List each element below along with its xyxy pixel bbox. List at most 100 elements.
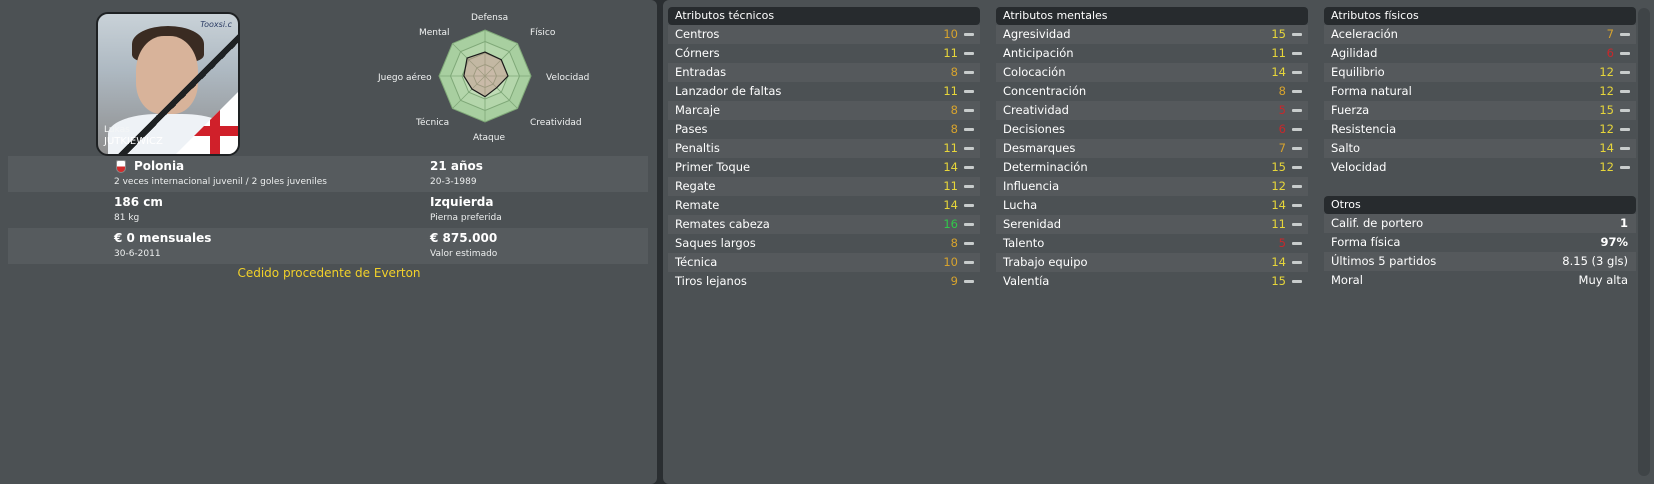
other-label[interactable]: Últimos 5 partidos [1331, 254, 1436, 268]
attribute-value: 15 [1271, 27, 1286, 41]
attribute-value: 11 [1271, 46, 1286, 60]
attribute-label[interactable]: Forma natural [1331, 84, 1412, 98]
attribute-label[interactable]: Fuerza [1331, 103, 1369, 117]
attribute-label[interactable]: Lucha [1003, 198, 1037, 212]
trend-dash-icon [964, 90, 974, 93]
attribute-value: 8 [950, 103, 958, 117]
attribute-row: Serenidad 11 [996, 215, 1308, 234]
attribute-row: Trabajo equipo 14 [996, 253, 1308, 272]
player-first-name: Lukas [104, 125, 130, 135]
attribute-label[interactable]: Remate [675, 198, 719, 212]
trend-dash-icon [964, 147, 974, 150]
attribute-row: Técnica 10 [668, 253, 980, 272]
player-profile-screen: Tooxsi.c Lukas JUTKIEWICZ Defensa Físico… [0, 0, 1654, 484]
attribute-value: 8 [1278, 84, 1286, 98]
attribute-label[interactable]: Pases [675, 122, 708, 136]
other-row: Forma física 97% [1324, 233, 1636, 252]
technical-attributes-title: Atributos técnicos [668, 7, 980, 25]
loan-status[interactable]: Cedido procedente de Everton [0, 266, 658, 280]
other-row: Últimos 5 partidos 8.15 (3 gls) [1324, 252, 1636, 271]
other-row: Moral Muy alta [1324, 271, 1636, 290]
radar-label-velocidad: Velocidad [546, 73, 590, 83]
attribute-label[interactable]: Agilidad [1331, 46, 1377, 60]
attribute-label[interactable]: Aceleración [1331, 27, 1398, 41]
trend-dash-icon [1620, 52, 1630, 55]
radar-label-mental: Mental [419, 28, 450, 38]
attributes-panel: Atributos técnicos Centros 10 Córners 11 Ent… [663, 0, 1654, 484]
radar-label-tecnica: Técnica [416, 118, 450, 128]
attribute-label[interactable]: Colocación [1003, 65, 1066, 79]
attribute-label[interactable]: Valentía [1003, 274, 1049, 288]
other-label[interactable]: Moral [1331, 273, 1363, 287]
attribute-value: 14 [1271, 198, 1286, 212]
scrollbar[interactable] [1634, 0, 1654, 484]
attribute-label[interactable]: Regate [675, 179, 715, 193]
attribute-label[interactable]: Talento [1003, 236, 1044, 250]
attribute-row: Velocidad 12 [1324, 158, 1636, 177]
attribute-label[interactable]: Equilibrio [1331, 65, 1385, 79]
attribute-value: 7 [1606, 27, 1614, 41]
attribute-value: 10 [943, 27, 958, 41]
trend-dash-icon [1292, 109, 1302, 112]
age: 21 años [430, 159, 483, 173]
attribute-label[interactable]: Decisiones [1003, 122, 1065, 136]
mental-attributes-title: Atributos mentales [996, 7, 1308, 25]
attribute-value: 10 [943, 255, 958, 269]
attribute-label[interactable]: Agresividad [1003, 27, 1071, 41]
other-info: Otros Calif. de portero 1 Forma física 97% Ú… [1324, 196, 1636, 290]
attribute-label[interactable]: Anticipación [1003, 46, 1074, 60]
attribute-label[interactable]: Centros [675, 27, 719, 41]
attribute-row: Agilidad 6 [1324, 44, 1636, 63]
attribute-row: Saques largos 8 [668, 234, 980, 253]
scrollbar-track[interactable] [1638, 8, 1650, 476]
wage: € 0 mensuales [114, 231, 212, 245]
attribute-row: Decisiones 6 [996, 120, 1308, 139]
other-label[interactable]: Forma física [1331, 235, 1400, 249]
attribute-value: 15 [1599, 103, 1614, 117]
attribute-value: 11 [943, 46, 958, 60]
attribute-label[interactable]: Desmarques [1003, 141, 1075, 155]
attribute-value: 11 [943, 84, 958, 98]
attribute-label[interactable]: Velocidad [1331, 160, 1386, 174]
trend-dash-icon [1292, 242, 1302, 245]
attribute-label[interactable]: Remates cabeza [675, 217, 770, 231]
attribute-value: 6 [1278, 122, 1286, 136]
other-info-title: Otros [1324, 196, 1636, 214]
attribute-label[interactable]: Saques largos [675, 236, 756, 250]
trend-dash-icon [1292, 71, 1302, 74]
attribute-label[interactable]: Tiros lejanos [675, 274, 747, 288]
physical-attributes: Atributos físicos Aceleración 7 Agilidad 6 E… [1324, 7, 1636, 177]
estimated-value-label: Valor estimado [430, 249, 498, 259]
attribute-label[interactable]: Creatividad [1003, 103, 1069, 117]
attribute-label[interactable]: Serenidad [1003, 217, 1061, 231]
attribute-label[interactable]: Lanzador de faltas [675, 84, 781, 98]
radar-label-juego-aereo: Juego aéreo [378, 73, 432, 83]
info-row-body: 186 cm 81 kg Izquierda Pierna preferida [8, 192, 648, 228]
attribute-row: Entradas 8 [668, 63, 980, 82]
trend-dash-icon [1292, 280, 1302, 283]
attribute-label[interactable]: Marcaje [675, 103, 720, 117]
attribute-value: 15 [1271, 160, 1286, 174]
other-label[interactable]: Calif. de portero [1331, 216, 1423, 230]
attribute-value: 14 [1271, 65, 1286, 79]
nationality[interactable]: Polonia [134, 159, 184, 173]
attribute-row: Forma natural 12 [1324, 82, 1636, 101]
attribute-label[interactable]: Técnica [675, 255, 717, 269]
attribute-label[interactable]: Resistencia [1331, 122, 1396, 136]
attribute-value: 12 [1599, 84, 1614, 98]
attribute-label[interactable]: Determinación [1003, 160, 1088, 174]
attribute-label[interactable]: Entradas [675, 65, 726, 79]
player-overview-panel: Tooxsi.c Lukas JUTKIEWICZ Defensa Físico… [0, 0, 657, 484]
attribute-label[interactable]: Penaltis [675, 141, 720, 155]
attribute-label[interactable]: Córners [675, 46, 720, 60]
attribute-label[interactable]: Influencia [1003, 179, 1059, 193]
attribute-label[interactable]: Primer Toque [675, 160, 750, 174]
attribute-label[interactable]: Trabajo equipo [1003, 255, 1088, 269]
attribute-label[interactable]: Concentración [1003, 84, 1086, 98]
technical-attributes: Atributos técnicos Centros 10 Córners 11 Ent… [668, 7, 980, 291]
attribute-label[interactable]: Salto [1331, 141, 1360, 155]
trend-dash-icon [964, 128, 974, 131]
attribute-value: 6 [1606, 46, 1614, 60]
attribute-row: Valentía 15 [996, 272, 1308, 291]
trend-dash-icon [1292, 128, 1302, 131]
